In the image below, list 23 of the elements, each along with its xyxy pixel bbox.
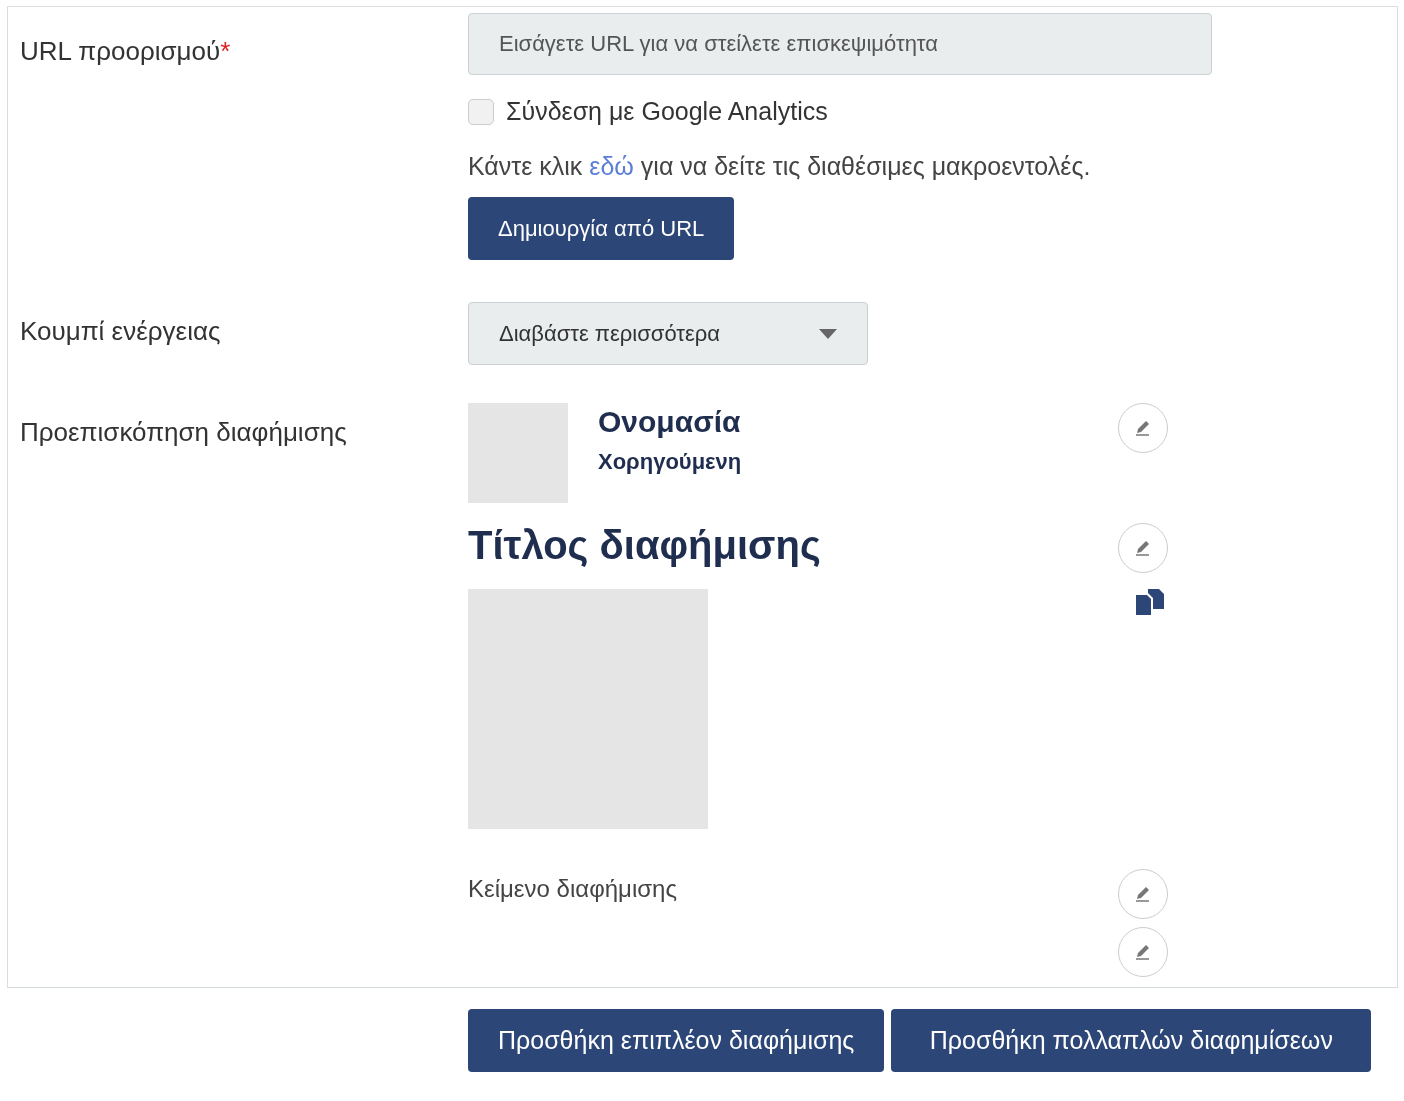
required-mark: * — [220, 36, 231, 66]
url-input-field[interactable]: Εισάγετε URL για να στείλετε επισκεψιμότητα — [468, 13, 1212, 75]
ad-name: Ονομασία — [598, 405, 742, 439]
caret-icon — [819, 328, 837, 339]
edit-icon[interactable] — [1118, 869, 1168, 919]
action-select[interactable]: Διαβάστε περισσότερα — [468, 302, 868, 365]
edit-icon[interactable] — [1118, 523, 1168, 573]
help-text: Κάντε κλικ εδώ για να δείτε τις διαθέσιμες μακροεντολές. — [468, 152, 1091, 181]
add-ad-button[interactable]: Προσθήκη επιπλέον διαφήμισης — [468, 1009, 885, 1072]
ad-title: Τίτλος διαφήμισης — [468, 523, 822, 569]
ad-body-text: Κείμενο διαφήμισης — [468, 874, 678, 904]
sponsored-label: Χορηγούμενη — [598, 449, 742, 475]
edit-icon[interactable] — [1118, 403, 1168, 453]
help-link[interactable]: εδώ — [589, 152, 634, 180]
checkbox[interactable] — [468, 98, 494, 125]
create-from-url-button[interactable]: Δημιουργία από URL — [468, 197, 735, 260]
field-label: Προεπισκόπηση διαφήμισης — [20, 416, 348, 449]
checkbox-label: Σύνδεση με Google Analytics — [506, 97, 828, 126]
add-ad-button[interactable]: Προσθήκη πολλαπλών διαφημίσεων — [891, 1009, 1372, 1072]
edit-icon[interactable] — [1118, 927, 1168, 977]
field-label: URL προορισμού* — [20, 35, 232, 68]
copy-icon[interactable] — [1136, 589, 1164, 615]
field-label: Κουμπί ενέργειας — [20, 315, 222, 348]
